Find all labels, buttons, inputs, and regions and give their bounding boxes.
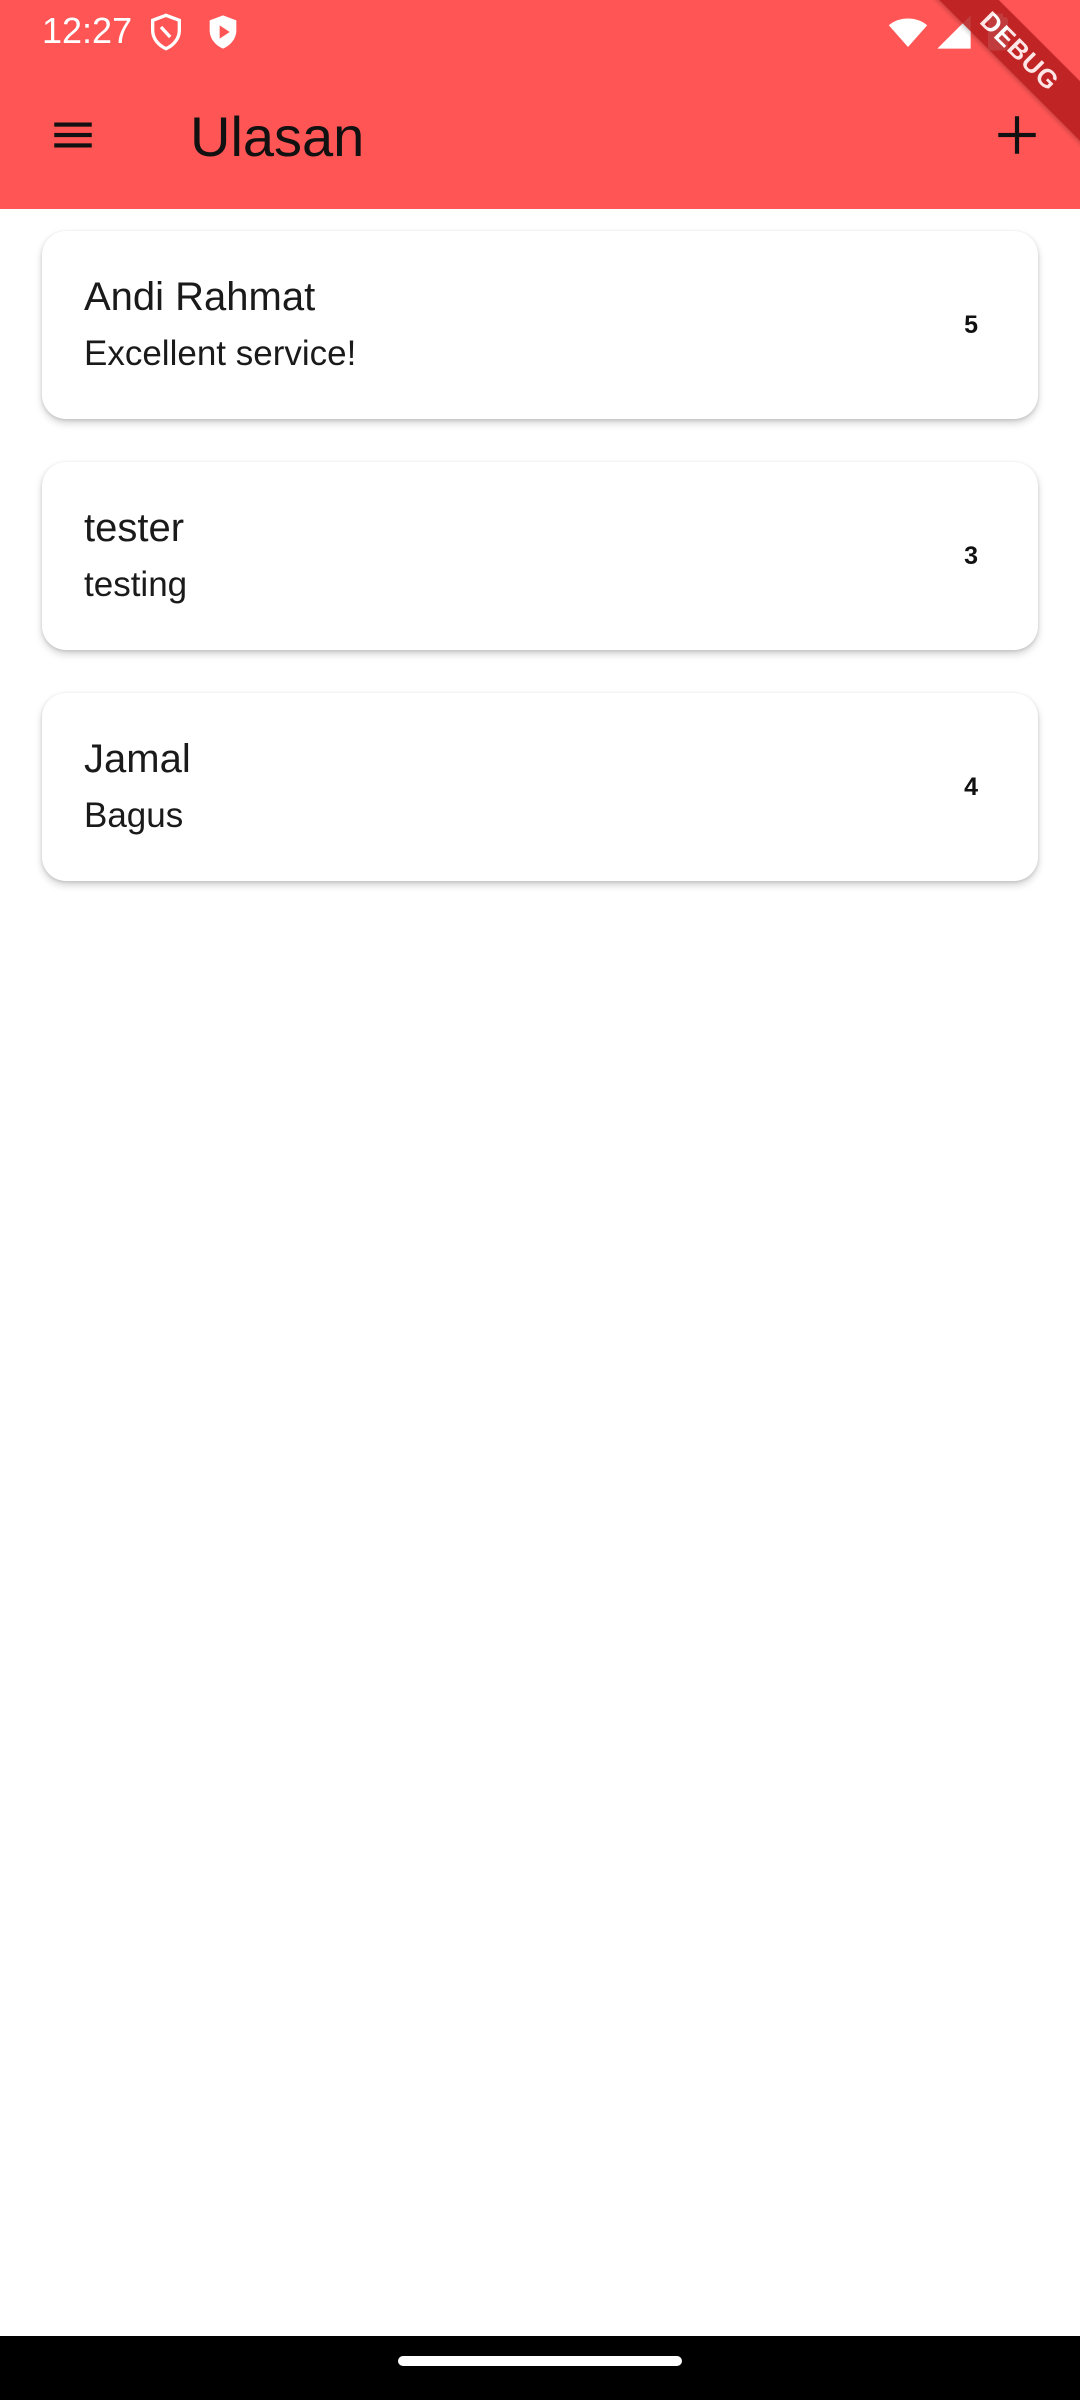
menu-button[interactable] (36, 100, 110, 174)
review-card[interactable]: tester testing 3 (42, 462, 1038, 650)
reviewer-name: Andi Rahmat (84, 275, 316, 319)
hamburger-menu-icon (48, 110, 98, 165)
review-comment: testing (84, 565, 188, 604)
plus-icon (992, 110, 1042, 165)
reviewer-name: Jamal (84, 737, 191, 781)
review-card[interactable]: Jamal Bagus 4 (42, 693, 1038, 881)
reviewer-name: tester (84, 506, 185, 550)
review-rating: 4 (964, 773, 978, 801)
review-rating: 5 (964, 311, 978, 339)
add-review-button[interactable] (980, 100, 1054, 174)
home-gesture-handle[interactable] (398, 2356, 682, 2366)
review-comment: Excellent service! (84, 334, 357, 373)
status-bar: 12:27 (0, 0, 1080, 62)
page-title: Ulasan (190, 105, 365, 168)
shield-outline-icon (146, 12, 186, 52)
wifi-icon (888, 12, 928, 52)
review-card[interactable]: Andi Rahmat Excellent service! 5 (42, 231, 1038, 419)
play-shield-icon (203, 12, 243, 52)
review-comment: Bagus (84, 796, 184, 835)
screen: 12:27 Ulasan DEBUG Andi Rahmat Excellent… (0, 0, 1080, 2400)
app-bar: 12:27 Ulasan DEBUG (0, 0, 1080, 209)
status-time: 12:27 (42, 10, 133, 51)
system-navigation-bar (0, 2336, 1080, 2400)
review-rating: 3 (964, 542, 978, 570)
